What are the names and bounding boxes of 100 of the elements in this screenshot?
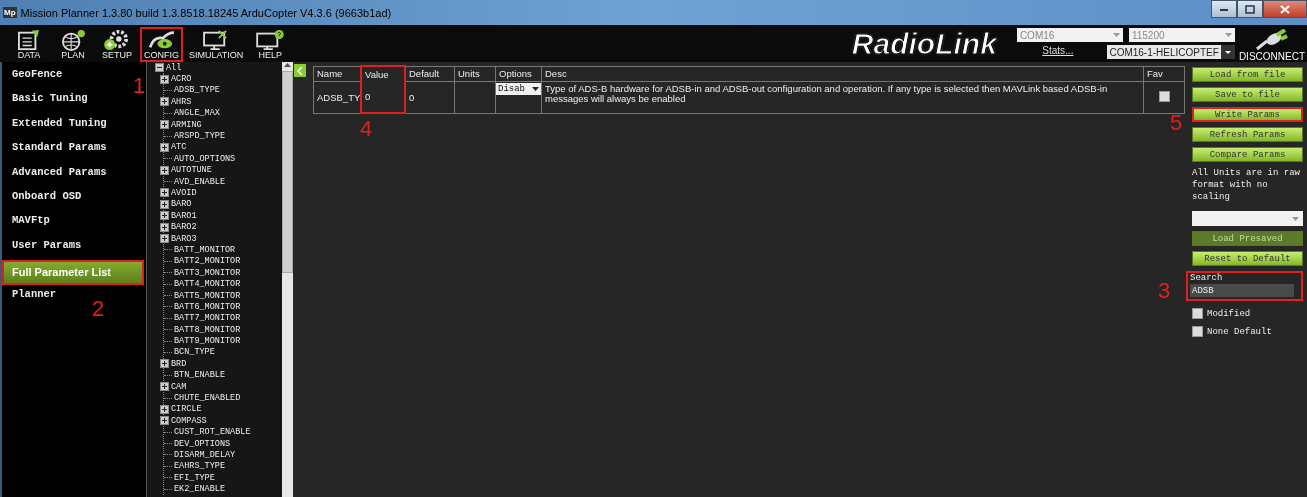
tree-item[interactable]: EK2_ENABLE <box>174 484 225 495</box>
sidebar-item[interactable]: MAVFtp <box>2 211 50 236</box>
action-button[interactable]: Refresh Params <box>1192 127 1303 142</box>
tree-item[interactable]: AUTOTUNE <box>171 165 212 176</box>
tree-item[interactable]: EAHRS_TYPE <box>174 461 225 472</box>
action-button[interactable]: Write Params <box>1192 107 1303 122</box>
sidebar-item[interactable]: Onboard OSD <box>2 186 82 212</box>
sidebar-item[interactable]: User Params <box>2 235 82 261</box>
tree-item[interactable]: BTN_ENABLE <box>174 370 225 381</box>
expand-icon[interactable] <box>160 416 169 426</box>
column-header[interactable]: Default <box>405 66 455 81</box>
expand-icon[interactable] <box>160 188 169 198</box>
tree-item[interactable]: BARO <box>171 199 192 210</box>
toolbar-button[interactable]: SIMULATION <box>185 27 248 62</box>
callout-number: 3 <box>1158 280 1171 302</box>
tree-item[interactable]: BARO2 <box>171 222 197 233</box>
sidebar-item[interactable]: Extended Tuning <box>2 113 107 139</box>
expand-icon[interactable] <box>160 211 169 221</box>
tree-item[interactable]: AVD_ENABLE <box>174 176 225 187</box>
toolbar-button[interactable]: DATA <box>8 27 50 62</box>
column-header[interactable]: Fav <box>1143 66 1185 81</box>
checkbox[interactable] <box>1192 308 1203 319</box>
expand-icon[interactable] <box>160 97 169 107</box>
tree-item[interactable]: BATT2_MONITOR <box>174 256 241 267</box>
tree-item[interactable]: BCN_TYPE <box>174 347 215 358</box>
tree-item[interactable]: ARMING <box>171 119 202 130</box>
tree-item[interactable]: BRD <box>171 358 187 369</box>
column-header[interactable]: Options <box>495 66 542 81</box>
collapse-icon[interactable] <box>155 63 164 73</box>
checkbox[interactable] <box>1158 90 1170 102</box>
tree-item[interactable]: BATT_MONITOR <box>174 244 236 255</box>
tree-item[interactable]: BATT4_MONITOR <box>174 279 241 290</box>
expand-icon[interactable] <box>160 199 169 209</box>
tree-item[interactable]: BATT6_MONITOR <box>174 301 241 312</box>
maximize-icon <box>1245 4 1255 14</box>
toolbar-button[interactable]: HELP <box>249 27 292 62</box>
caret-icon <box>532 86 539 91</box>
action-button[interactable]: Reset to Default <box>1192 251 1303 266</box>
tree-item[interactable]: DISARM_DELAY <box>174 449 236 460</box>
tree-item[interactable]: CHUTE_ENABLED <box>174 393 241 403</box>
expand-icon[interactable] <box>160 404 169 414</box>
tree-item[interactable]: AHRS <box>171 96 192 107</box>
tree-item[interactable]: AUTO_OPTIONS <box>174 153 236 164</box>
column-header[interactable]: Desc <box>541 66 1144 81</box>
tree-item[interactable]: AVOID <box>171 188 197 198</box>
table-cell[interactable]: 0 <box>361 81 405 113</box>
stats-link[interactable]: Stats... <box>1042 45 1074 59</box>
expand-icon[interactable] <box>160 74 169 84</box>
expand-icon[interactable] <box>160 165 169 175</box>
tree-item[interactable]: CIRCLE <box>171 404 202 415</box>
tree-item[interactable]: CAM <box>171 381 187 392</box>
toolbar-button[interactable]: SETUP <box>96 27 138 62</box>
tree-item[interactable]: BATT8_MONITOR <box>174 324 241 335</box>
sidebar-item[interactable]: Basic Tuning <box>2 89 88 114</box>
tree-item[interactable]: ADSB_TYPE <box>174 85 220 96</box>
toolbar-button[interactable]: PLAN <box>52 27 94 62</box>
close-button[interactable] <box>1263 0 1307 18</box>
expand-icon[interactable] <box>160 222 169 232</box>
disconnect-button[interactable]: DISCONNECT <box>1236 29 1307 62</box>
options-dropdown[interactable]: Disab <box>496 82 541 95</box>
sidebar-item[interactable]: GeoFence <box>2 65 63 90</box>
tree-item[interactable]: BATT9_MONITOR <box>174 336 241 347</box>
tree-item[interactable]: BATT3_MONITOR <box>174 267 241 278</box>
checkbox[interactable] <box>1192 326 1203 337</box>
tree-item[interactable]: COMPASS <box>171 415 207 426</box>
callout-number: 4 <box>360 118 373 140</box>
tree-item[interactable]: BATT5_MONITOR <box>174 290 241 301</box>
tree-item[interactable]: ACRO <box>171 74 192 85</box>
action-button[interactable]: Compare Params <box>1192 147 1303 162</box>
search-label: Search <box>1190 273 1224 283</box>
tree-item[interactable]: CUST_ROT_ENABLE <box>174 427 251 438</box>
tree-item[interactable]: BARO1 <box>171 210 197 221</box>
tree-item[interactable]: ANGLE_MAX <box>174 108 220 119</box>
tree-item[interactable]: BATT7_MONITOR <box>174 313 241 324</box>
search-field[interactable]: ADSB <box>1190 284 1294 297</box>
scrollbar[interactable] <box>282 62 293 497</box>
tree-item[interactable]: EFI_TYPE <box>174 472 215 483</box>
maximize-button[interactable] <box>1237 0 1263 18</box>
column-header[interactable]: Value <box>361 66 405 81</box>
expand-icon[interactable] <box>160 359 169 369</box>
expand-icon[interactable] <box>160 142 169 152</box>
tree-item[interactable]: All <box>166 62 182 73</box>
action-button[interactable]: Save to file <box>1192 87 1303 102</box>
expand-icon[interactable] <box>160 234 169 244</box>
expand-icon[interactable] <box>160 382 169 392</box>
expand-icon[interactable] <box>160 120 169 130</box>
sidebar-item[interactable]: Planner <box>2 284 57 309</box>
action-button[interactable]: Load from file <box>1192 67 1303 82</box>
tree-item[interactable]: ARSPD_TYPE <box>174 131 225 142</box>
sidebar-item[interactable]: Advanced Params <box>2 162 107 187</box>
checkbox-label: None Default <box>1207 326 1272 337</box>
tree-item[interactable]: BARO3 <box>171 233 197 244</box>
sidebar-item[interactable]: Standard Params <box>2 138 107 163</box>
column-header[interactable]: Name <box>313 66 361 81</box>
vehicle-dropdown[interactable]: COM16-1-HELICOPTEF <box>1107 45 1235 59</box>
column-header[interactable]: Units <box>454 66 496 81</box>
toolbar-button[interactable]: CONFIG <box>140 27 183 62</box>
tree-item[interactable]: ATC <box>171 142 187 153</box>
tree-item[interactable]: DEV_OPTIONS <box>174 438 231 449</box>
minimize-button[interactable] <box>1211 0 1237 18</box>
